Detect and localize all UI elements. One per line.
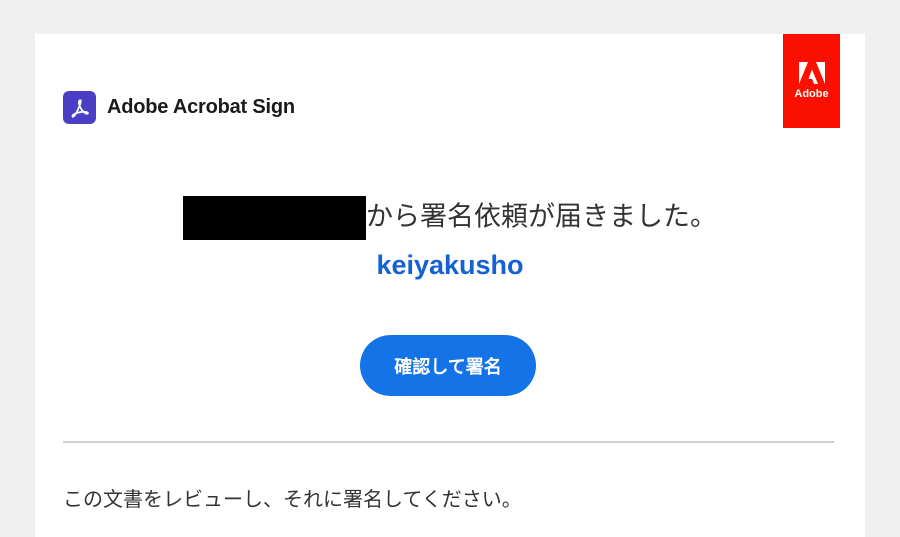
review-and-sign-button[interactable]: 確認して署名 bbox=[360, 335, 536, 396]
brand-header: Adobe Acrobat Sign bbox=[63, 91, 295, 124]
email-card: Adobe Acrobat Sign Adobe から署名依頼が届きました。 k… bbox=[35, 34, 865, 537]
adobe-logo: Adobe bbox=[783, 34, 840, 128]
adobe-logo-label: Adobe bbox=[794, 88, 829, 100]
acrobat-sign-icon bbox=[63, 91, 96, 124]
brand-name: Adobe Acrobat Sign bbox=[107, 96, 295, 118]
redacted-sender-name bbox=[183, 195, 366, 240]
document-name[interactable]: keiyakusho bbox=[35, 250, 865, 281]
divider bbox=[63, 441, 834, 443]
instruction-text: この文書をレビューし、それに署名してください。 bbox=[63, 487, 522, 511]
adobe-a-icon bbox=[798, 62, 825, 84]
headline-text: から署名依頼が届きました。 bbox=[366, 201, 717, 233]
request-headline: から署名依頼が届きました。 bbox=[35, 194, 865, 241]
